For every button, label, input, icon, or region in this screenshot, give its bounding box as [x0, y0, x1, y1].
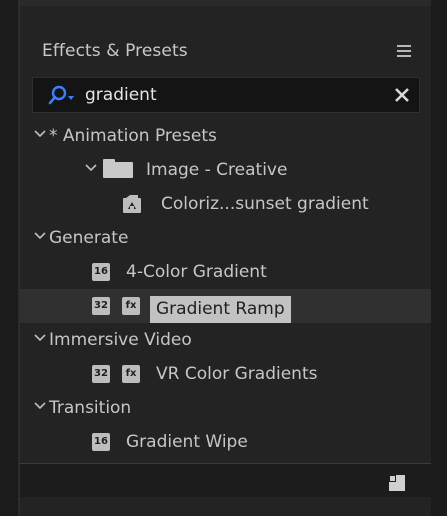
chevron-down-icon[interactable]: [33, 333, 47, 343]
menu-line: [397, 45, 411, 47]
tree-item-label: Coloriz...sunset gradient: [161, 194, 369, 214]
chevron-down-icon[interactable]: [33, 129, 47, 139]
tree-group-animation-presets[interactable]: * Animation Presets: [20, 119, 431, 153]
tree-item-4-color-gradient[interactable]: 16 4-Color Gradient: [20, 255, 431, 289]
chevron-down-icon[interactable]: [33, 231, 47, 241]
panel-footer: [20, 463, 431, 498]
tree-item-label: 4-Color Gradient: [126, 262, 267, 282]
tree-group-label: Transition: [49, 398, 132, 418]
animation-preset-icon: [123, 195, 141, 213]
search-field[interactable]: [32, 77, 420, 113]
close-icon[interactable]: [393, 86, 411, 104]
tree-group-generate[interactable]: Generate: [20, 221, 431, 255]
new-bin-icon[interactable]: [388, 474, 406, 492]
tree-group-transition[interactable]: Transition: [20, 391, 431, 425]
panel-header: Effects & Presets: [20, 8, 431, 76]
panel-bottom-padding: [20, 497, 431, 516]
bit-depth-16-icon: 16: [92, 263, 110, 281]
tree-item-label: Gradient Ramp: [150, 296, 291, 323]
gpu-accelerated-icon: fx: [122, 297, 140, 315]
chevron-down-icon[interactable]: [84, 163, 98, 173]
menu-line: [397, 55, 411, 57]
tree-item-label: Gradient Wipe: [126, 432, 248, 452]
effects-presets-panel: Effects & Presets * Animation Presets: [18, 0, 431, 516]
menu-line: [397, 50, 411, 52]
folder-icon: [103, 159, 133, 178]
bit-depth-32-icon: 32: [92, 297, 110, 315]
tree-item-label: VR Color Gradients: [156, 364, 318, 384]
panel-title: Effects & Presets: [42, 41, 188, 61]
tree-item-gradient-wipe[interactable]: 16 Gradient Wipe: [20, 425, 431, 459]
effects-tree: * Animation Presets Image - Creative Col…: [20, 119, 431, 463]
tree-group-label: Generate: [49, 228, 129, 248]
tree-group-immersive-video[interactable]: Immersive Video: [20, 323, 431, 357]
tree-group-label: Immersive Video: [49, 330, 192, 350]
bit-depth-16-icon: 16: [92, 433, 110, 451]
tree-item-coloriz-sunset-gradient[interactable]: Coloriz...sunset gradient: [20, 187, 431, 221]
panel-top-strip: [20, 0, 431, 6]
tree-group-label: * Animation Presets: [49, 126, 217, 146]
tree-folder-label: Image - Creative: [146, 160, 288, 180]
hamburger-menu-icon[interactable]: [396, 44, 414, 58]
search-dropdown-icon[interactable]: [47, 84, 81, 108]
chevron-down-icon[interactable]: [33, 401, 47, 411]
search-input[interactable]: [85, 82, 375, 108]
bit-depth-32-icon: 32: [92, 365, 110, 383]
gpu-accelerated-icon: fx: [122, 365, 140, 383]
tree-item-vr-color-gradients[interactable]: 32 fx VR Color Gradients: [20, 357, 431, 391]
tree-item-gradient-ramp[interactable]: 32 fx Gradient Ramp: [20, 289, 431, 323]
tree-folder-image-creative[interactable]: Image - Creative: [20, 153, 431, 187]
